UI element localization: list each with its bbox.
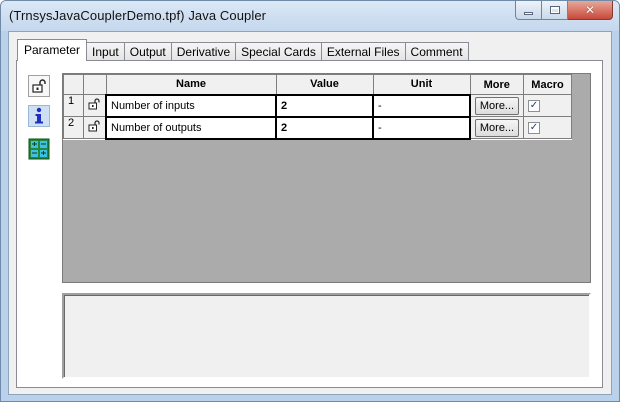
parameter-name[interactable]: Number of outputs <box>105 115 277 140</box>
row-number[interactable]: 2 <box>63 116 84 139</box>
app-window: (TrnsysJavaCouplerDemo.tpf) Java Coupler… <box>0 0 620 402</box>
parameter-unit[interactable]: - <box>372 93 471 118</box>
row-number[interactable]: 1 <box>63 94 84 117</box>
more-button[interactable]: More... <box>475 96 519 115</box>
lock-toggle-button[interactable] <box>28 75 50 97</box>
table-header-row: Name Value Unit More Macro <box>63 74 572 95</box>
table-row: 1 Number of inputs 2 - More... ✓ <box>63 93 572 118</box>
parameter-value-field[interactable]: 2 <box>275 115 374 140</box>
macro-cell: ✓ <box>523 116 572 139</box>
tab-parameter[interactable]: Parameter <box>17 39 88 61</box>
close-icon: ✕ <box>584 3 596 17</box>
row-lock-cell[interactable] <box>83 94 107 117</box>
lock-icon <box>88 120 100 132</box>
header-unit[interactable]: Unit <box>372 74 471 95</box>
header-corner <box>63 74 84 95</box>
grid-view-button[interactable] <box>28 138 50 160</box>
parameter-table: Name Value Unit More Macro 1 Number of i… <box>63 74 572 140</box>
more-cell: More... <box>469 94 524 117</box>
parameter-unit[interactable]: - <box>372 115 471 140</box>
tab-special-cards[interactable]: Special Cards <box>235 42 322 61</box>
table-row: 2 Number of outputs 2 - More... ✓ <box>63 115 572 140</box>
caption-buttons: ✕ <box>515 1 613 21</box>
parameter-panel: Name Value Unit More Macro 1 Number of i… <box>16 60 603 388</box>
tab-comment[interactable]: Comment <box>404 42 469 61</box>
lock-icon <box>32 79 46 93</box>
macro-checkbox[interactable]: ✓ <box>528 122 540 134</box>
client-area: Parameter Input Output Derivative Specia… <box>8 31 612 395</box>
macro-cell: ✓ <box>523 94 572 117</box>
header-lock-column <box>83 74 107 95</box>
macro-checkbox[interactable]: ✓ <box>528 100 540 112</box>
tab-external-files[interactable]: External Files <box>320 42 406 61</box>
tab-strip: Parameter Input Output Derivative Specia… <box>17 39 469 61</box>
tab-output[interactable]: Output <box>123 42 172 61</box>
minimize-icon <box>524 11 533 15</box>
more-button[interactable]: More... <box>475 118 519 137</box>
header-macro[interactable]: Macro <box>523 74 572 95</box>
maximize-icon <box>549 6 560 14</box>
window-title: (TrnsysJavaCouplerDemo.tpf) Java Coupler <box>9 8 267 23</box>
header-name[interactable]: Name <box>105 74 277 95</box>
title-bar[interactable]: (TrnsysJavaCouplerDemo.tpf) Java Coupler… <box>1 1 619 31</box>
minimize-button[interactable] <box>515 1 542 20</box>
header-more[interactable]: More <box>469 74 524 95</box>
close-button[interactable]: ✕ <box>568 1 613 20</box>
row-lock-cell[interactable] <box>83 116 107 139</box>
tab-input[interactable]: Input <box>86 42 125 61</box>
parameter-grid[interactable]: Name Value Unit More Macro 1 Number of i… <box>62 73 591 283</box>
header-value[interactable]: Value <box>275 74 374 95</box>
maximize-button[interactable] <box>542 1 568 20</box>
grid-icon <box>28 138 50 160</box>
description-box[interactable] <box>62 293 591 379</box>
info-button[interactable] <box>28 105 50 127</box>
info-icon <box>35 107 43 124</box>
parameter-value-field[interactable]: 2 <box>275 93 374 118</box>
lock-icon <box>88 98 100 110</box>
more-cell: More... <box>469 116 524 139</box>
parameter-name[interactable]: Number of inputs <box>105 93 277 118</box>
tab-derivative[interactable]: Derivative <box>170 42 237 61</box>
